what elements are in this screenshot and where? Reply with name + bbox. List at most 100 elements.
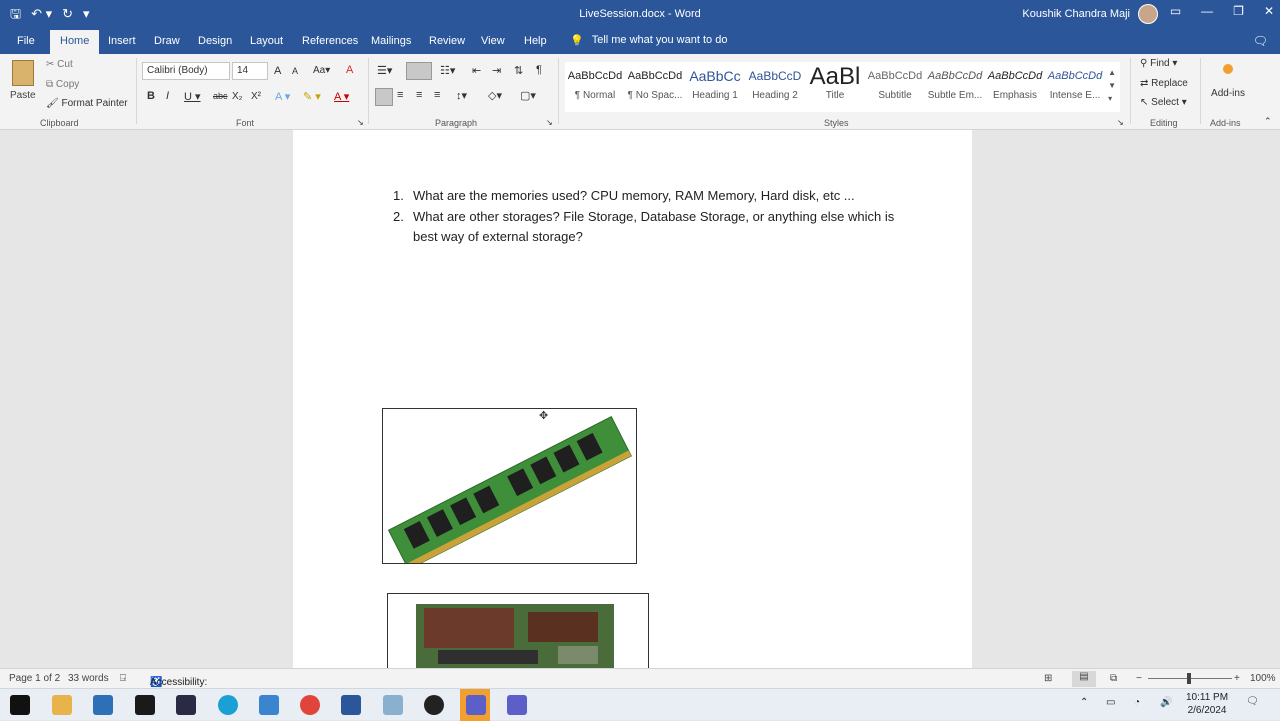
zoom-out-icon[interactable]: − — [1136, 673, 1142, 684]
change-case-icon[interactable]: Aa▾ — [313, 65, 330, 76]
comments-icon[interactable]: 🗨 — [1253, 34, 1268, 48]
copy-button[interactable]: ⧉ Copy — [46, 79, 79, 90]
focus-icon[interactable]: ⊞ — [1044, 673, 1052, 684]
tab-help[interactable]: Help — [524, 35, 547, 47]
borders-icon[interactable]: ▢▾ — [520, 89, 536, 102]
tab-design[interactable]: Design — [198, 35, 232, 47]
style-heading-1[interactable]: AaBbCc Heading 1 — [685, 66, 745, 101]
close-icon[interactable]: ✕ — [1264, 4, 1274, 18]
grow-font-icon[interactable]: A — [274, 65, 281, 77]
tab-file[interactable]: File — [17, 35, 35, 47]
strikethrough-icon[interactable]: abc — [213, 91, 228, 101]
page-count[interactable]: Page 1 of 2 — [9, 673, 60, 684]
tab-insert[interactable]: Insert — [108, 35, 136, 47]
cut-button[interactable]: ✂ Cut — [46, 59, 73, 70]
print-layout-icon[interactable]: ▤ — [1072, 671, 1096, 687]
multilevel-list-icon[interactable]: ☷▾ — [440, 64, 455, 77]
list-item[interactable]: 1. What are the memories used? CPU memor… — [393, 186, 913, 207]
find-button[interactable]: ⚲ Find ▾ — [1140, 58, 1177, 69]
tab-layout[interactable]: Layout — [250, 35, 283, 47]
zoom-slider-thumb[interactable] — [1187, 673, 1191, 684]
teams-classic-icon[interactable] — [507, 695, 527, 715]
circuit-board-image[interactable] — [387, 593, 649, 673]
windows-start-icon[interactable] — [10, 695, 30, 715]
select-button[interactable]: ↖ Select ▾ — [1140, 97, 1187, 108]
web-layout-icon[interactable]: ⧉ — [1110, 673, 1117, 684]
style-normal[interactable]: AaBbCcDd ¶ Normal — [565, 66, 625, 101]
text-effects-icon[interactable]: A ▾ — [275, 90, 290, 103]
avatar[interactable] — [1138, 4, 1158, 24]
zoom-in-icon[interactable]: + — [1234, 673, 1240, 684]
align-center-icon[interactable]: ≡ — [397, 89, 403, 101]
mail-icon[interactable] — [259, 695, 279, 715]
subscript-icon[interactable]: X₂ — [232, 91, 243, 102]
italic-icon[interactable]: I — [166, 90, 169, 102]
font-name-field[interactable]: Calibri (Body) — [142, 62, 230, 80]
notifications-icon[interactable]: 🗨 — [1246, 696, 1259, 707]
store-icon[interactable] — [93, 695, 113, 715]
tell-me-box[interactable]: 💡 Tell me what you want to do — [570, 34, 727, 47]
proofing-icon[interactable]: ⍈ — [120, 673, 126, 684]
addins-button[interactable]: Add-ins — [1208, 64, 1248, 99]
file-explorer-icon[interactable] — [52, 695, 72, 715]
shading-icon[interactable]: ◇▾ — [488, 89, 502, 102]
tab-home[interactable]: Home — [50, 30, 100, 54]
user-name[interactable]: Koushik Chandra Maji — [1022, 8, 1130, 20]
tray-overflow-icon[interactable]: ⌃ — [1080, 697, 1088, 708]
show-formatting-icon[interactable]: ¶ — [536, 64, 542, 76]
numbering-icon[interactable] — [406, 62, 432, 80]
bullets-icon[interactable]: ☰▾ — [377, 64, 392, 77]
style-title[interactable]: AaBl Title — [805, 65, 865, 102]
tab-draw[interactable]: Draw — [154, 35, 180, 47]
align-right-icon[interactable]: ≡ — [416, 89, 422, 101]
style-emphasis[interactable]: AaBbCcDd Emphasis — [985, 66, 1045, 101]
replace-button[interactable]: ⇄ Replace — [1140, 78, 1188, 89]
clock[interactable]: 10:11 PM 2/6/2024 — [1186, 691, 1228, 717]
styles-scroll-icon[interactable]: ▲ ▼ ▾ — [1108, 66, 1116, 105]
teams-icon[interactable] — [466, 695, 486, 715]
word-count[interactable]: 33 words — [68, 673, 109, 684]
tab-references[interactable]: References — [302, 35, 358, 47]
superscript-icon[interactable]: X² — [251, 91, 261, 102]
list-item[interactable]: 2. What are other storages? File Storage… — [393, 207, 913, 248]
style-heading-2[interactable]: AaBbCcD Heading 2 — [745, 66, 805, 101]
styles-dialog-launcher-icon[interactable]: ↘ — [1117, 118, 1124, 127]
obs-icon[interactable] — [424, 695, 444, 715]
volume-icon[interactable]: 🔊 — [1160, 697, 1172, 708]
sort-icon[interactable]: ⇅ — [514, 64, 523, 77]
paragraph-dialog-launcher-icon[interactable]: ↘ — [546, 118, 553, 127]
style-subtitle[interactable]: AaBbCcDd Subtitle — [865, 66, 925, 101]
ram-image[interactable]: ✥ — [382, 408, 637, 571]
font-size-field[interactable]: 14 — [232, 62, 268, 80]
increase-indent-icon[interactable]: ⇥ — [492, 64, 501, 77]
ribbon-display-icon[interactable]: ▭ — [1170, 4, 1181, 18]
word-icon[interactable] — [341, 695, 361, 715]
app-icon[interactable] — [383, 695, 403, 715]
battery-icon[interactable]: ▭ — [1106, 697, 1115, 708]
font-color-icon[interactable]: A ▾ — [334, 90, 349, 103]
minimize-icon[interactable]: — — [1201, 4, 1213, 18]
paste-button[interactable]: Paste — [10, 60, 38, 101]
highlight-icon[interactable]: ✎ ▾ — [303, 90, 321, 103]
line-spacing-icon[interactable]: ↕▾ — [456, 89, 467, 102]
maximize-icon[interactable]: ❐ — [1233, 4, 1244, 18]
style-subtle-emphasis[interactable]: AaBbCcDd Subtle Em... — [925, 66, 985, 101]
format-painter-button[interactable]: 🖌 Format Painter — [46, 98, 128, 109]
chrome-icon[interactable] — [300, 695, 320, 715]
bold-icon[interactable]: B — [147, 90, 155, 102]
shrink-font-icon[interactable]: A — [292, 66, 298, 76]
document-page[interactable]: 1. What are the memories used? CPU memor… — [293, 130, 972, 673]
tab-view[interactable]: View — [481, 35, 505, 47]
font-dialog-launcher-icon[interactable]: ↘ — [357, 118, 364, 127]
collapse-ribbon-icon[interactable]: ⌃ — [1264, 116, 1272, 127]
tab-mailings[interactable]: Mailings — [371, 35, 411, 47]
edge-icon[interactable] — [218, 695, 238, 715]
underline-icon[interactable]: U ▾ — [184, 90, 201, 103]
justify-icon[interactable]: ≡ — [434, 89, 440, 101]
tab-review[interactable]: Review — [429, 35, 465, 47]
clear-formatting-icon[interactable]: A — [346, 64, 353, 76]
style-intense-emphasis[interactable]: AaBbCcDd Intense E... — [1045, 66, 1105, 101]
align-left-icon[interactable] — [375, 88, 393, 106]
decrease-indent-icon[interactable]: ⇤ — [472, 64, 481, 77]
style-no-spacing[interactable]: AaBbCcDd ¶ No Spac... — [625, 66, 685, 101]
